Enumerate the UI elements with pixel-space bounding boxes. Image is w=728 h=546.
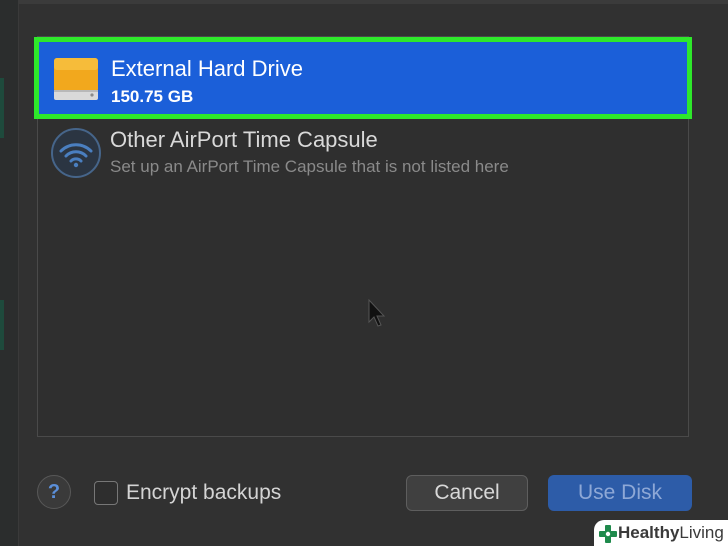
use-disk-button[interactable]: Use Disk (548, 475, 692, 511)
cancel-button[interactable]: Cancel (406, 475, 528, 511)
sheet-top-edge (18, 0, 728, 4)
help-button[interactable]: ? (37, 475, 71, 509)
wifi-icon (51, 128, 101, 178)
list-item-other-airport-time-capsule[interactable]: Other AirPort Time Capsule Set up an Air… (38, 119, 688, 193)
list-item-title: External Hard Drive (111, 56, 303, 81)
list-item-size: 150.75 GB (111, 87, 194, 106)
background-window-stripe (0, 78, 4, 138)
list-item-title: Other AirPort Time Capsule (110, 127, 378, 152)
background-window-edge (0, 0, 19, 546)
watermark-logo: HealthyLiving (594, 520, 728, 546)
watermark-brand-bold: Healthy (618, 523, 680, 542)
background-window-stripe (0, 300, 4, 350)
encrypt-backups-checkbox[interactable] (94, 481, 118, 505)
list-item-external-hard-drive[interactable]: External Hard Drive 150.75 GB (34, 37, 692, 119)
mouse-pointer-icon (368, 299, 386, 327)
encrypt-backups-label[interactable]: Encrypt backups (126, 481, 281, 505)
plus-leaf-icon (599, 525, 617, 543)
list-item-description: Set up an AirPort Time Capsule that is n… (110, 157, 509, 176)
watermark-brand-light: Living (679, 523, 724, 542)
watermark-text: HealthyLiving (618, 523, 724, 543)
backup-disk-list: External Hard Drive 150.75 GB Other AirP… (34, 36, 692, 437)
external-drive-icon (54, 58, 98, 100)
